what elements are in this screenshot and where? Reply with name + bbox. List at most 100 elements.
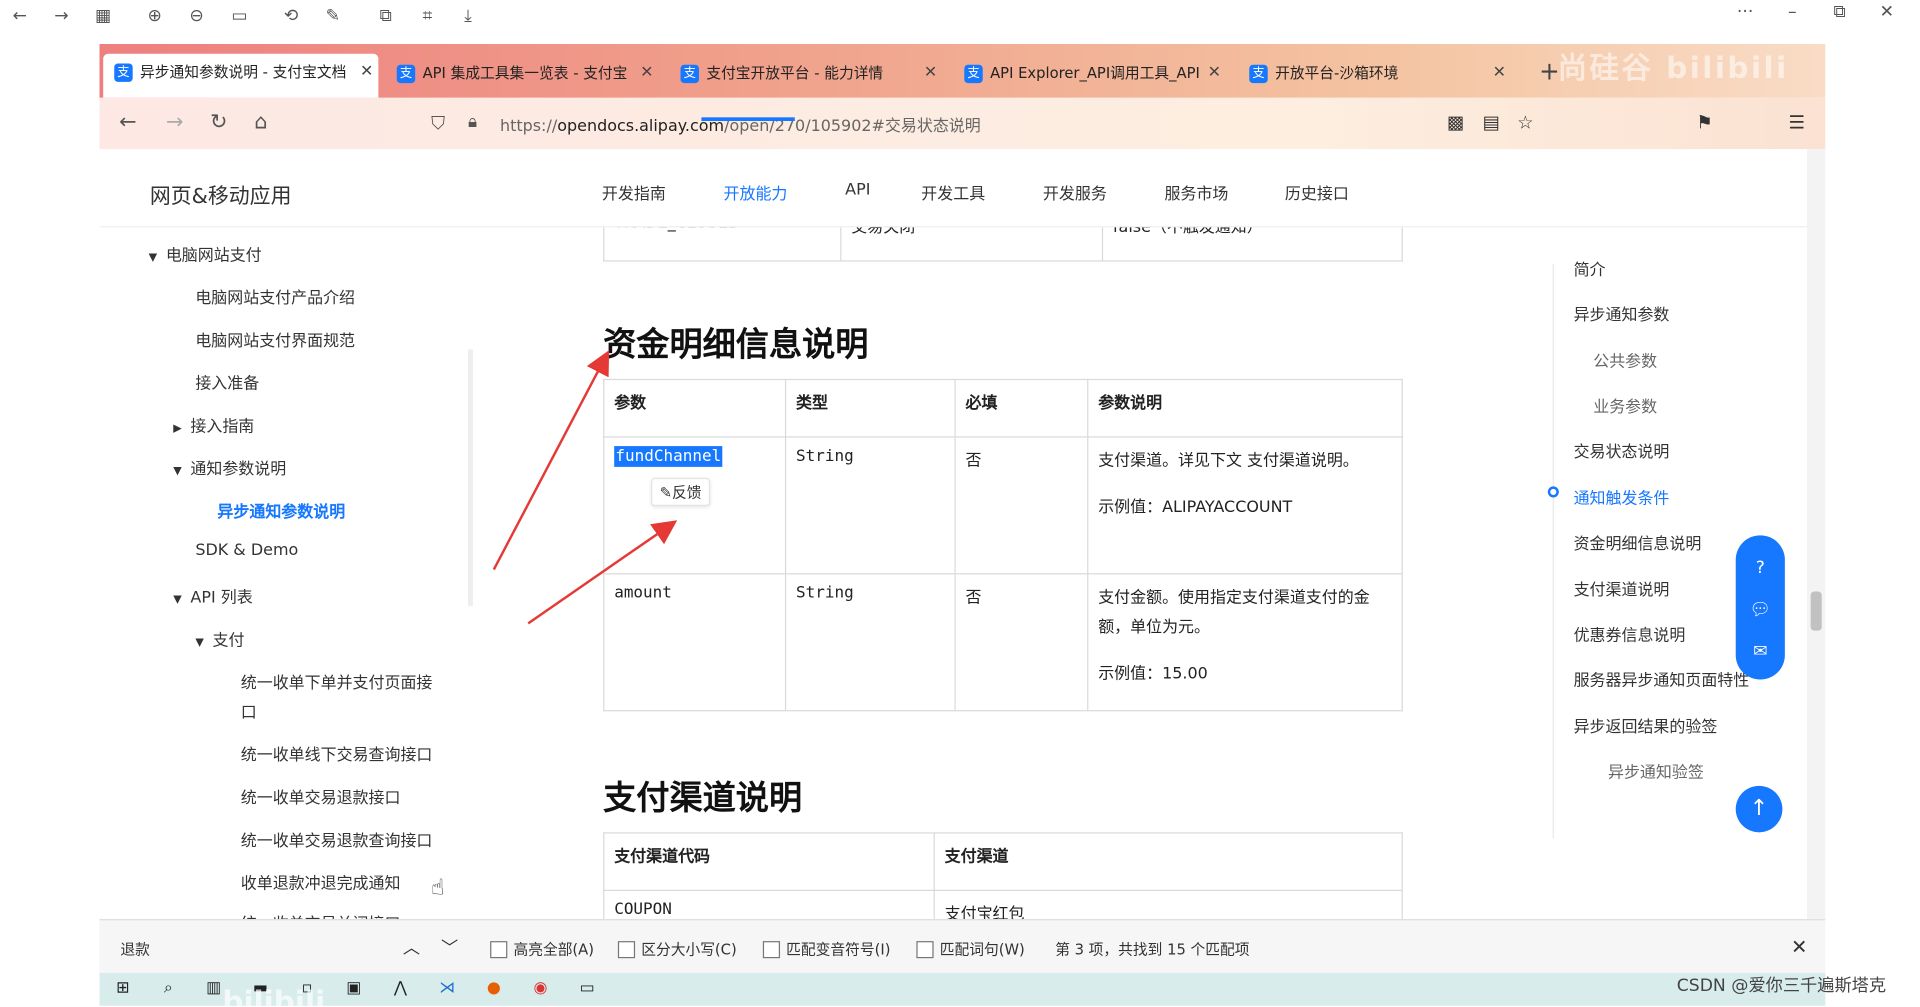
qr-icon[interactable]: ▩ xyxy=(1447,111,1464,133)
checkbox-box[interactable] xyxy=(762,941,781,959)
scrollbar-thumb[interactable] xyxy=(1810,591,1822,631)
sidebar-item-refund-query[interactable]: 统一收单交易退款查询接口 xyxy=(241,827,433,850)
sidebar-item-refund-notify[interactable]: 收单退款冲退完成通知 xyxy=(241,870,401,893)
sidebar-item-sdk-demo[interactable]: SDK & Demo xyxy=(195,541,298,559)
download-icon[interactable]: ⤓ xyxy=(456,4,481,28)
toc-item-voucher[interactable]: 优惠券信息说明 xyxy=(1574,622,1686,645)
home-icon[interactable]: ⌂ xyxy=(254,110,267,134)
back-arrow-icon[interactable]: ← xyxy=(7,4,32,28)
forward-icon[interactable]: → xyxy=(166,110,184,134)
toc-item-verify[interactable]: 异步返回结果的验签 xyxy=(1574,714,1718,737)
sidebar-item-prepare[interactable]: 接入准备 xyxy=(195,370,259,393)
find-prev-icon[interactable]: ︿ xyxy=(403,935,420,959)
sidebar-item-pay[interactable]: ▼ 支付 xyxy=(195,627,244,650)
edit-icon[interactable]: ✎ xyxy=(321,4,346,28)
sidebar-item-close[interactable]: 统一收单交易关闭接口 xyxy=(241,911,401,919)
checkbox-box[interactable] xyxy=(490,941,508,959)
toc-item-verify-sign[interactable]: 异步通知验签 xyxy=(1608,759,1704,782)
windows-start-icon[interactable]: ⊞ xyxy=(112,978,134,1000)
reader-icon[interactable]: ▤ xyxy=(1483,111,1500,133)
url-field[interactable]: https://opendocs.alipay.com/open/270/105… xyxy=(500,112,981,135)
nav-dev-services[interactable]: 开发服务 xyxy=(1043,181,1107,204)
toc-item-server-notify[interactable]: 服务器异步通知页面特性 xyxy=(1574,667,1750,690)
find-close-button[interactable]: ✕ xyxy=(1791,935,1807,958)
close-button[interactable]: ✕ xyxy=(1866,2,1908,22)
grid-icon[interactable]: ▦ xyxy=(91,4,116,28)
sidebar-item-page-pay-cont[interactable]: 口 xyxy=(241,699,257,722)
search-icon[interactable]: ⌕ xyxy=(157,978,179,1000)
tab-async-notify[interactable]: 支 异步通知参数说明 - 支付宝文档 ✕ xyxy=(103,53,379,98)
sidebar-item-api-list[interactable]: ▼ API 列表 xyxy=(173,584,252,607)
checkbox-box[interactable] xyxy=(617,941,636,959)
sidebar-item-page-pay[interactable]: 统一收单下单并支付页面接 xyxy=(241,670,433,693)
minimize-button[interactable]: – xyxy=(1771,2,1813,22)
back-icon[interactable]: ← xyxy=(119,110,137,134)
nav-open-capability[interactable]: 开放能力 xyxy=(724,181,788,204)
match-diacritics-checkbox[interactable]: 匹配变音符号(I) xyxy=(762,939,890,960)
mail-icon[interactable]: ✉ xyxy=(1736,631,1785,673)
nav-api[interactable]: API xyxy=(845,181,870,199)
tab-sandbox[interactable]: 支 开放平台-沙箱环境 ✕ xyxy=(1238,55,1511,92)
chrome-icon[interactable]: ◉ xyxy=(529,978,551,1000)
checkbox-box[interactable] xyxy=(916,941,934,959)
crop-icon[interactable]: ⌗ xyxy=(415,4,440,28)
vscode-icon[interactable]: ⋊ xyxy=(436,978,458,1000)
sidebar-item-notify-params[interactable]: ▼ 通知参数说明 xyxy=(173,456,286,479)
close-icon[interactable]: ✕ xyxy=(640,55,653,92)
sidebar-item-pc-pay[interactable]: ▼ 电脑网站支付 xyxy=(149,242,262,265)
nav-history-api[interactable]: 历史接口 xyxy=(1285,181,1349,204)
zoom-in-icon[interactable]: ⊕ xyxy=(142,4,167,28)
extension-icon[interactable]: ⚑ xyxy=(1696,111,1713,133)
copy-icon[interactable]: ⧉ xyxy=(373,4,398,28)
more-icon[interactable]: ··· xyxy=(1724,2,1766,22)
restore-button[interactable]: ⧉ xyxy=(1819,2,1861,22)
close-icon[interactable]: ✕ xyxy=(924,55,937,92)
nav-dev-tools[interactable]: 开发工具 xyxy=(921,181,985,204)
toc-item-notify-trigger[interactable]: 通知触发条件 xyxy=(1574,485,1670,508)
nav-dev-guide[interactable]: 开发指南 xyxy=(602,181,666,204)
toc-item-common-params[interactable]: 公共参数 xyxy=(1593,348,1657,371)
toc-item-intro[interactable]: 简介 xyxy=(1574,257,1606,280)
intellij-icon[interactable]: ▣ xyxy=(343,978,365,1000)
back-to-top-button[interactable]: ↑ xyxy=(1735,785,1783,833)
toc-item-channel[interactable]: 支付渠道说明 xyxy=(1574,577,1670,600)
toc-item-biz-params[interactable]: 业务参数 xyxy=(1593,394,1657,416)
page-scrollbar[interactable] xyxy=(1806,149,1826,920)
feedback-button[interactable]: ✎反馈 xyxy=(651,477,711,506)
sidebar-item-async-notify[interactable]: 异步通知参数说明 xyxy=(217,499,345,522)
tab-capability[interactable]: 支 支付宝开放平台 - 能力详情 ✕ xyxy=(669,55,942,92)
terminal-icon[interactable]: ▭ xyxy=(576,978,598,1000)
close-icon[interactable]: ✕ xyxy=(1208,55,1221,92)
brand-title[interactable]: 网页&移动应用 xyxy=(150,178,292,209)
tab-api-tools[interactable]: 支 API 集成工具集一览表 - 支付宝 ✕ xyxy=(386,55,659,92)
close-icon[interactable]: ✕ xyxy=(1493,55,1506,92)
match-case-checkbox[interactable]: 区分大小写(C) xyxy=(617,939,737,960)
question-icon[interactable]: ? xyxy=(1736,548,1785,590)
whole-words-checkbox[interactable]: 匹配词句(W) xyxy=(916,939,1025,960)
reload-icon[interactable]: ↻ xyxy=(210,110,228,134)
sidebar-item-guide[interactable]: ▶ 接入指南 xyxy=(173,413,254,436)
param-name-highlighted[interactable]: fundChannel xyxy=(614,446,723,467)
chat-icon[interactable]: 💬︎ xyxy=(1736,589,1785,631)
sidebar-item-ui-spec[interactable]: 电脑网站支付界面规范 xyxy=(195,328,355,350)
toc-item-trade-status[interactable]: 交易状态说明 xyxy=(1574,439,1670,462)
app-icon[interactable]: ⋀ xyxy=(389,978,411,1000)
tab-api-explorer[interactable]: 支 API Explorer_API调用工具_API ✕ xyxy=(953,55,1226,92)
close-icon[interactable]: ✕ xyxy=(360,54,373,91)
menu-icon[interactable]: ☰ xyxy=(1789,111,1806,133)
firefox-icon[interactable]: ● xyxy=(483,978,505,1000)
zoom-out-icon[interactable]: ⊖ xyxy=(184,4,209,28)
highlight-all-checkbox[interactable]: 高亮全部(A) xyxy=(490,939,594,960)
sidebar-item-refund[interactable]: 统一收单交易退款接口 xyxy=(241,785,401,808)
toc-item-async-params[interactable]: 异步通知参数 xyxy=(1574,302,1670,325)
fit-icon[interactable]: ▭ xyxy=(227,4,252,28)
nav-market[interactable]: 服务市场 xyxy=(1165,181,1229,204)
sidebar-item-product-intro[interactable]: 电脑网站支付产品介绍 xyxy=(195,285,355,308)
find-input[interactable]: 退款 xyxy=(120,939,150,960)
sidebar-scrollbar[interactable] xyxy=(468,349,473,607)
sidebar-item-query[interactable]: 统一收单线下交易查询接口 xyxy=(241,742,433,765)
toc-item-fund-bill[interactable]: 资金明细信息说明 xyxy=(1574,530,1702,553)
star-icon[interactable]: ☆ xyxy=(1517,111,1534,133)
rotate-icon[interactable]: ⟲ xyxy=(279,4,304,28)
forward-arrow-icon[interactable]: → xyxy=(49,4,74,28)
